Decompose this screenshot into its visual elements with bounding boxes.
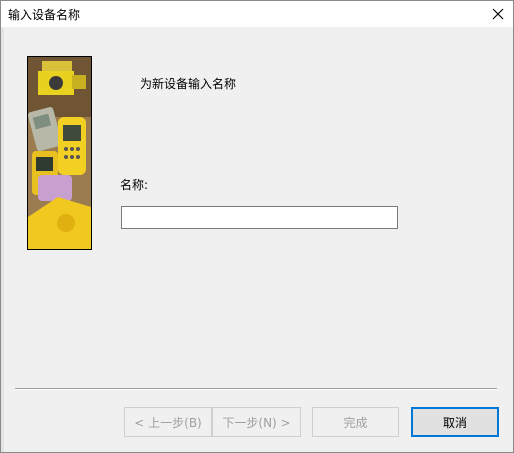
- finish-button[interactable]: 完成: [312, 407, 399, 437]
- back-button[interactable]: < 上一步(B): [124, 407, 212, 437]
- survey-devices-image: [27, 56, 92, 250]
- cancel-button[interactable]: 取消: [411, 407, 499, 437]
- device-name-input[interactable]: [121, 206, 398, 229]
- title-bar: 输入设备名称: [1, 1, 513, 27]
- separator-line: [15, 388, 497, 390]
- dialog-window: 输入设备名称 为新设备输入名称 名称: < 上一步(B) 下一步(N) > 完成…: [0, 0, 514, 453]
- left-edge: [1, 28, 4, 452]
- dialog-title: 输入设备名称: [8, 8, 81, 22]
- name-label: 名称:: [120, 178, 149, 192]
- instruction-text: 为新设备输入名称: [140, 77, 237, 91]
- next-button[interactable]: 下一步(N) >: [212, 407, 301, 437]
- close-icon: [492, 8, 504, 20]
- close-button[interactable]: [483, 1, 513, 27]
